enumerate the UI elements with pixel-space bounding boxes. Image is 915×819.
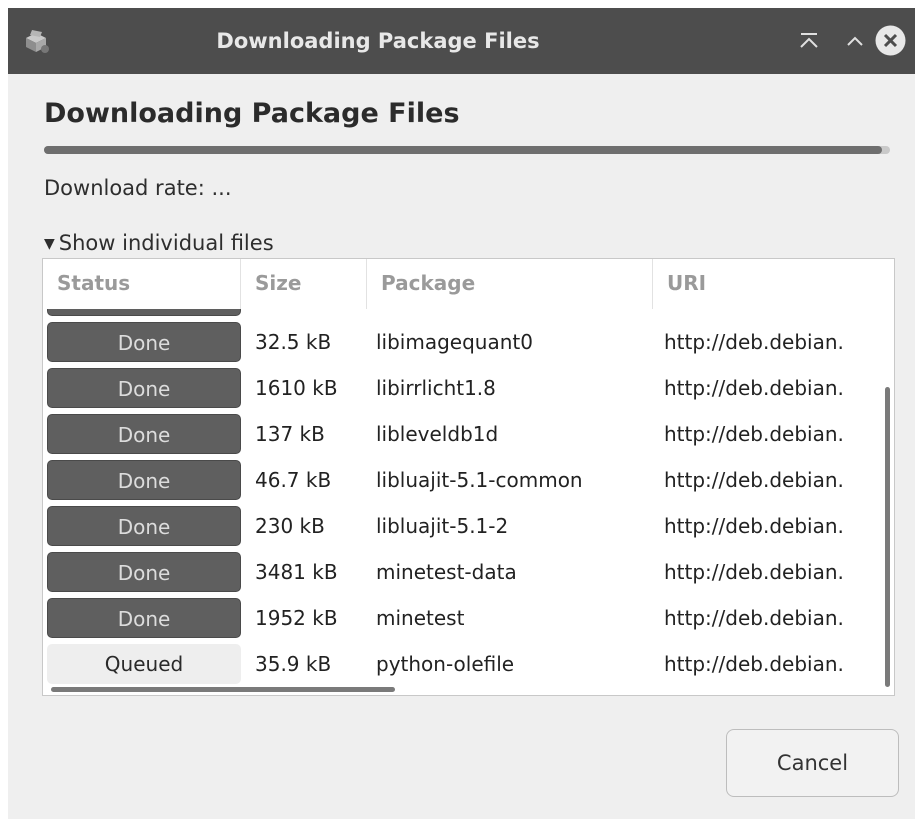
size-cell: 137 kB [255, 422, 325, 446]
download-dialog: Downloading Package Files Downloading Pa… [8, 8, 915, 819]
table-row[interactable]: Done 1610 kB libirrlicht1.8 http://deb.d… [43, 365, 894, 411]
status-badge: Done [47, 506, 241, 546]
uri-cell: http://deb.debian. [664, 376, 844, 400]
window-title: Downloading Package Files [216, 29, 540, 53]
table-row[interactable]: Done 230 kB libluajit-5.1-2 http://deb.d… [43, 503, 894, 549]
uri-cell: http://deb.debian. [664, 652, 844, 676]
size-cell: 1952 kB [255, 606, 338, 630]
package-cell: libirrlicht1.8 [376, 376, 496, 400]
column-header-uri[interactable]: URI [653, 259, 894, 309]
package-cell: libleveldb1d [376, 422, 499, 446]
cancel-button[interactable]: Cancel [726, 729, 899, 797]
keep-above-icon[interactable] [794, 26, 824, 56]
uri-cell: http://deb.debian. [664, 560, 844, 584]
package-files-table[interactable]: Status Size Package URI Done 1141 kB fon… [42, 258, 895, 696]
package-cell: libluajit-5.1-common [376, 468, 583, 492]
status-badge: Done [47, 322, 241, 362]
uri-cell: http://deb.debian. [664, 422, 844, 446]
package-cell: minetest [376, 606, 465, 630]
uri-cell: http://deb.debian. [664, 514, 844, 538]
expander-label: Show individual files [58, 231, 274, 255]
uri-cell: http://deb.debian. [664, 330, 844, 354]
column-header-status[interactable]: Status [43, 259, 241, 309]
status-badge: Done [47, 598, 241, 638]
package-cell: minetest-data [376, 560, 517, 584]
table-row[interactable]: Done 1952 kB minetest http://deb.debian. [43, 595, 894, 641]
progress-fill [44, 146, 882, 154]
column-header-package[interactable]: Package [367, 259, 653, 309]
table-row[interactable]: Done 3481 kB minetest-data http://deb.de… [43, 549, 894, 595]
table-header: Status Size Package URI [43, 259, 894, 309]
table-row[interactable]: Done 46.7 kB libluajit-5.1-common http:/… [43, 457, 894, 503]
table-row[interactable]: Done 32.5 kB libimagequant0 http://deb.d… [43, 319, 894, 365]
package-cell: libluajit-5.1-2 [376, 514, 509, 538]
status-badge: Done [47, 460, 241, 500]
show-individual-files-expander[interactable]: ▼ Show individual files [44, 231, 274, 255]
close-icon[interactable] [874, 24, 907, 57]
table-row[interactable]: Done 137 kB libleveldb1d http://deb.debi… [43, 411, 894, 457]
download-rate-label: Download rate: ... [44, 176, 232, 200]
vertical-scrollbar[interactable] [885, 387, 890, 687]
size-cell: 1610 kB [255, 376, 338, 400]
size-cell: 35.9 kB [255, 652, 332, 676]
title-bar[interactable]: Downloading Package Files [8, 8, 915, 74]
status-badge: Done [47, 368, 241, 408]
triangle-down-icon: ▼ [44, 236, 55, 252]
status-badge: Done [47, 414, 241, 454]
minimize-icon[interactable] [840, 26, 870, 56]
dialog-heading: Downloading Package Files [44, 98, 460, 129]
size-cell: 3481 kB [255, 560, 338, 584]
download-progress-bar [44, 146, 890, 154]
size-cell: 230 kB [255, 514, 325, 538]
column-header-size[interactable]: Size [241, 259, 367, 309]
package-cell: libimagequant0 [376, 330, 533, 354]
package-cell: python-olefile [376, 652, 515, 676]
uri-cell: http://deb.debian. [664, 606, 844, 630]
horizontal-scrollbar[interactable] [51, 687, 395, 692]
uri-cell: http://deb.debian. [664, 468, 844, 492]
status-badge: Done [47, 552, 241, 592]
status-badge: Queued [47, 644, 241, 684]
size-cell: 46.7 kB [255, 468, 332, 492]
size-cell: 32.5 kB [255, 330, 332, 354]
table-row[interactable]: Queued 35.9 kB python-olefile http://deb… [43, 641, 894, 687]
